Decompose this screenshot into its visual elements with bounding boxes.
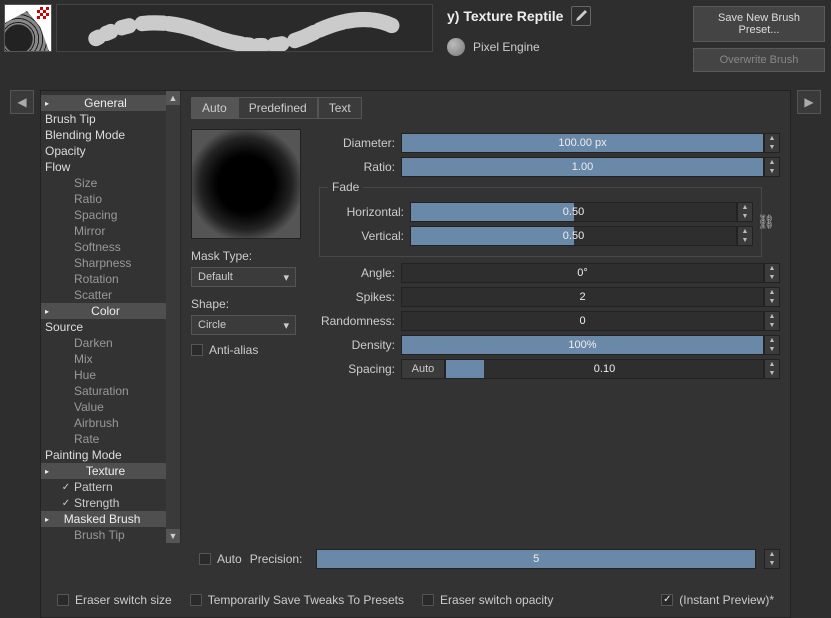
sidebar-item-brush-tip[interactable]: Brush Tip [41, 111, 180, 127]
engine-label: Pixel Engine [473, 40, 540, 54]
sidebar-item-strength[interactable]: ✓Strength [41, 495, 180, 511]
sidebar-item-pattern[interactable]: ✓Pattern [41, 479, 180, 495]
spacing-spin[interactable]: ▲▼ [764, 359, 780, 379]
spacing-slider[interactable]: 0.10 [445, 359, 764, 379]
anti-alias-checkbox[interactable] [191, 344, 203, 356]
sidebar-scrollbar[interactable]: ▲ ▼ [166, 91, 180, 543]
ratio-spin[interactable]: ▲▼ [764, 157, 780, 177]
property-sidebar: ▸General Brush Tip Blending Mode Opacity… [41, 91, 181, 543]
sidebar-item-softness[interactable]: Softness [41, 239, 180, 255]
sidebar-item-airbrush[interactable]: Airbrush [41, 415, 180, 431]
sidebar-item-masked-brush-tip[interactable]: Brush Tip [41, 527, 180, 543]
sidebar-item-size[interactable]: Size [41, 175, 180, 191]
ratio-label: Ratio: [319, 160, 401, 174]
randomness-slider[interactable]: 0 [401, 311, 764, 331]
eraser-opacity-label: Eraser switch opacity [440, 593, 553, 607]
sidebar-item-spacing[interactable]: Spacing [41, 207, 180, 223]
link-fade-icon[interactable]: ⛓ [757, 214, 775, 231]
eraser-size-checkbox[interactable] [57, 594, 69, 606]
preset-title: y) Texture Reptile [447, 8, 563, 24]
tab-auto[interactable]: Auto [191, 97, 238, 119]
instant-preview-checkbox[interactable] [661, 594, 673, 606]
sidebar-item-rotation[interactable]: Rotation [41, 271, 180, 287]
precision-label: Precision: [250, 552, 309, 566]
mask-type-label: Mask Type: [191, 249, 301, 263]
sidebar-item-mix[interactable]: Mix [41, 351, 180, 367]
angle-slider[interactable]: 0° [401, 263, 764, 283]
randomness-spin[interactable]: ▲▼ [764, 311, 780, 331]
shape-label: Shape: [191, 297, 301, 311]
precision-auto-label: Auto [217, 552, 242, 566]
sidebar-item-rate[interactable]: Rate [41, 431, 180, 447]
precision-auto-checkbox[interactable] [199, 553, 211, 565]
spikes-label: Spikes: [319, 290, 401, 304]
fade-h-slider[interactable]: 0.50 [410, 202, 737, 222]
tab-predefined[interactable]: Predefined [238, 97, 318, 119]
eraser-size-label: Eraser switch size [75, 593, 172, 607]
precision-slider[interactable]: 5 [316, 549, 756, 569]
fade-h-spin[interactable]: ▲▼ [737, 202, 753, 222]
sidebar-group-color[interactable]: ▸Color [41, 303, 180, 319]
sidebar-group-general[interactable]: ▸General [41, 95, 180, 111]
sidebar-item-value[interactable]: Value [41, 399, 180, 415]
temp-save-checkbox[interactable] [190, 594, 202, 606]
ratio-slider[interactable]: 1.00 [401, 157, 764, 177]
anti-alias-label: Anti-alias [209, 343, 258, 357]
sidebar-item-saturation[interactable]: Saturation [41, 383, 180, 399]
save-new-preset-button[interactable]: Save New Brush Preset... [693, 6, 825, 42]
sidebar-item-scatter[interactable]: Scatter [41, 287, 180, 303]
tab-text[interactable]: Text [318, 97, 362, 119]
overwrite-brush-button[interactable]: Overwrite Brush [693, 48, 825, 72]
eraser-opacity-checkbox[interactable] [422, 594, 434, 606]
tip-preview [191, 129, 301, 239]
spikes-spin[interactable]: ▲▼ [764, 287, 780, 307]
sidebar-item-blending[interactable]: Blending Mode [41, 127, 180, 143]
diameter-label: Diameter: [319, 136, 401, 150]
sidebar-item-mirror[interactable]: Mirror [41, 223, 180, 239]
density-spin[interactable]: ▲▼ [764, 335, 780, 355]
sidebar-item-opacity[interactable]: Opacity [41, 143, 180, 159]
randomness-label: Randomness: [319, 314, 401, 328]
angle-spin[interactable]: ▲▼ [764, 263, 780, 283]
density-label: Density: [319, 338, 401, 352]
prev-arrow-button[interactable]: ◀ [10, 90, 34, 114]
chevron-down-icon: ▾ [283, 271, 289, 284]
sidebar-item-sharpness[interactable]: Sharpness [41, 255, 180, 271]
brush-preset-thumbnail[interactable] [4, 4, 52, 52]
diameter-slider[interactable]: 100.00 px [401, 133, 764, 153]
fade-legend: Fade [328, 180, 363, 194]
angle-label: Angle: [319, 266, 401, 280]
precision-spin[interactable]: ▲▼ [764, 549, 780, 569]
chevron-down-icon: ▾ [283, 319, 289, 332]
spacing-label: Spacing: [319, 362, 401, 376]
stroke-preview [56, 4, 433, 52]
temp-save-label: Temporarily Save Tweaks To Presets [208, 593, 404, 607]
sidebar-item-painting-mode[interactable]: Painting Mode [41, 447, 180, 463]
spikes-slider[interactable]: 2 [401, 287, 764, 307]
sidebar-group-masked-brush[interactable]: ▸ Masked Brush [41, 511, 180, 527]
engine-icon [447, 38, 465, 56]
sidebar-group-texture[interactable]: ▸Texture [41, 463, 180, 479]
rename-icon[interactable] [571, 6, 591, 26]
fade-v-spin[interactable]: ▲▼ [737, 226, 753, 246]
sidebar-item-darken[interactable]: Darken [41, 335, 180, 351]
diameter-spin[interactable]: ▲▼ [764, 133, 780, 153]
sidebar-item-ratio[interactable]: Ratio [41, 191, 180, 207]
next-arrow-button[interactable]: ▶ [797, 90, 821, 114]
fade-v-label: Vertical: [328, 229, 410, 243]
spacing-auto-checkbox[interactable]: Auto [401, 359, 445, 379]
fade-v-slider[interactable]: 0.50 [410, 226, 737, 246]
shape-select[interactable]: Circle▾ [191, 315, 296, 335]
fade-h-label: Horizontal: [328, 205, 410, 219]
sidebar-item-flow[interactable]: Flow [41, 159, 180, 175]
mask-type-select[interactable]: Default▾ [191, 267, 296, 287]
density-slider[interactable]: 100% [401, 335, 764, 355]
sidebar-item-source[interactable]: Source [41, 319, 180, 335]
instant-preview-label: (Instant Preview)* [679, 593, 774, 607]
sidebar-item-hue[interactable]: Hue [41, 367, 180, 383]
